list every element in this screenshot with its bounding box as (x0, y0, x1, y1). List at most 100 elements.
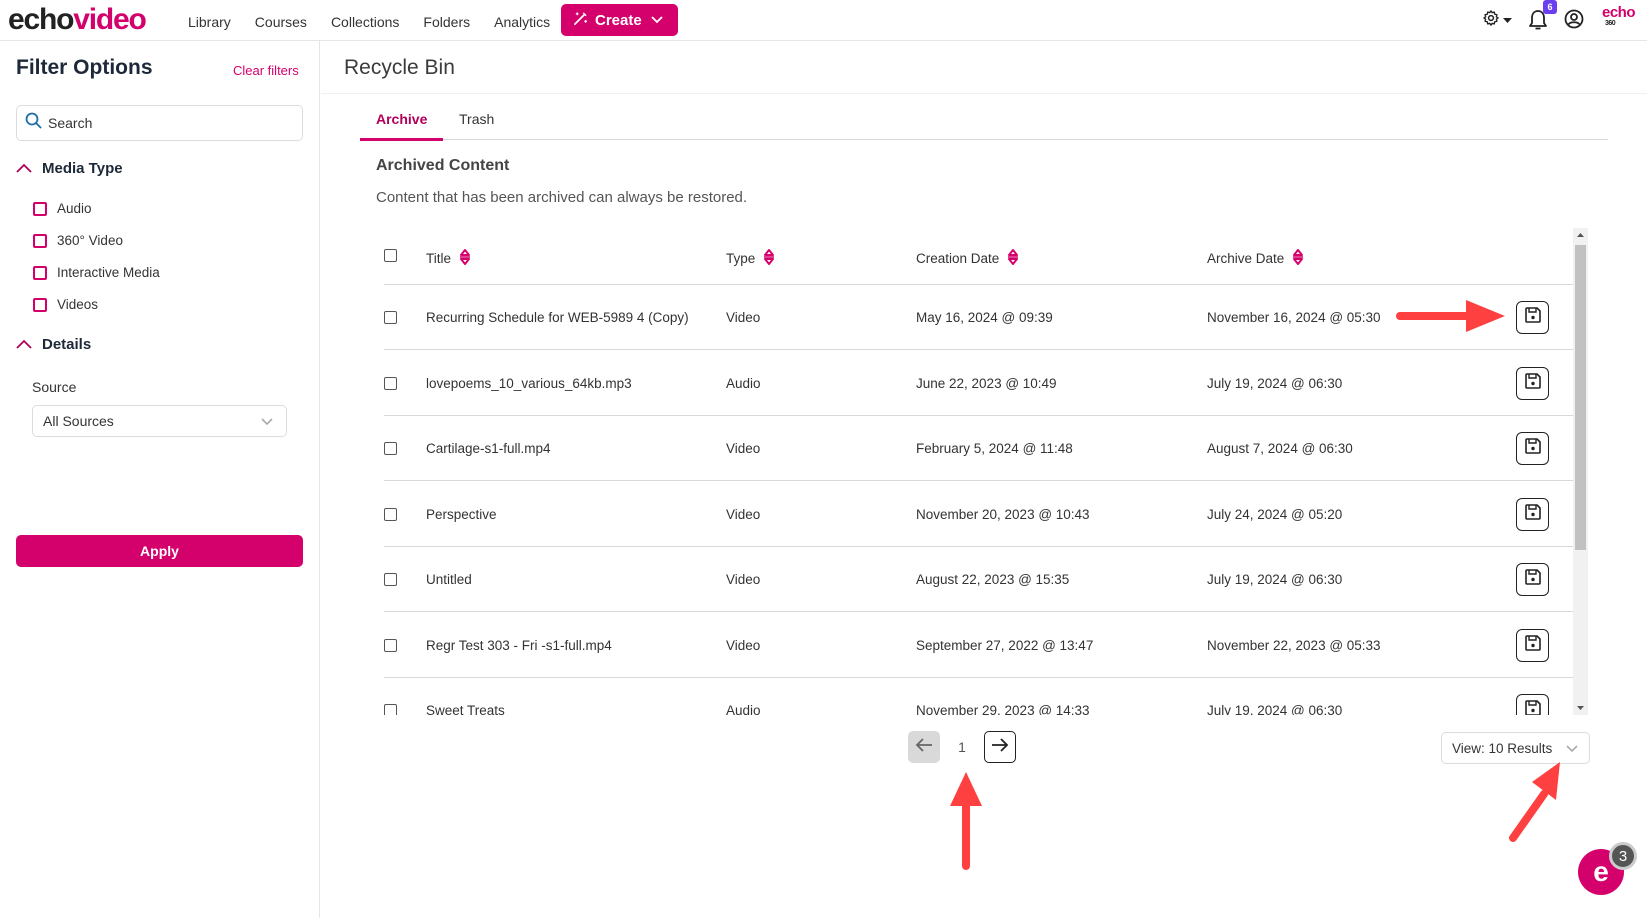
row-checkbox[interactable] (384, 573, 397, 586)
restore-button[interactable] (1516, 694, 1549, 715)
table-row: Regr Test 303 - Fri -s1-full.mp4 Video Sep… (384, 613, 1574, 678)
table-header: Title Type Creation Date Archive Date (384, 228, 1574, 285)
scroll-up-arrow-icon[interactable] (1573, 228, 1588, 243)
media-type-interactive-media-option[interactable]: Interactive Media (33, 265, 160, 280)
table-row: lovepoems_10_various_64kb.mp3 Audio June 2… (384, 351, 1574, 416)
row-checkbox[interactable] (384, 311, 397, 324)
column-header-type[interactable]: Type (726, 248, 775, 269)
tab-trash[interactable]: Trash (459, 111, 494, 127)
save-floppy-icon (1524, 437, 1542, 460)
row-checkbox[interactable] (384, 376, 397, 390)
chevron-up-icon (16, 160, 36, 177)
magic-wand-icon (573, 11, 588, 29)
logo-text-video: video (73, 3, 147, 36)
gear-icon (1482, 9, 1500, 32)
sort-icon (1007, 248, 1019, 269)
column-header-creation-date[interactable]: Creation Date (916, 248, 1019, 269)
filter-options-title: Filter Options (16, 56, 153, 79)
chevron-down-icon (650, 12, 664, 29)
cell-type: Video (726, 637, 761, 653)
row-checkbox[interactable] (384, 638, 397, 652)
apply-button[interactable]: Apply (16, 535, 303, 567)
details-toggle[interactable]: Details (16, 336, 91, 353)
360-video-checkbox[interactable] (33, 233, 47, 248)
bell-icon (1528, 10, 1548, 35)
cell-creation-date: June 22, 2023 @ 10:49 (916, 375, 1057, 391)
arrow-to-view-select (1509, 762, 1560, 842)
next-page-button[interactable] (984, 731, 1016, 763)
cell-type: Audio (726, 703, 761, 715)
videos-checkbox[interactable] (33, 297, 47, 312)
arrow-left-icon (914, 737, 934, 758)
table-row: Untitled Video August 22, 2023 @ 15:35 July… (384, 547, 1574, 612)
tab-archive[interactable]: Archive (376, 111, 427, 127)
current-page-number: 1 (958, 739, 966, 755)
previous-page-button[interactable] (908, 731, 940, 763)
cell-archive-date: July 19, 2024 @ 06:30 (1207, 375, 1343, 391)
nav-courses[interactable]: Courses (255, 13, 307, 31)
column-header-archive-date[interactable]: Archive Date (1207, 248, 1304, 269)
select-all-checkbox[interactable] (384, 249, 397, 262)
echo360-brand-mark[interactable]: echo 360 (1602, 4, 1636, 28)
cell-type: Video (726, 310, 761, 325)
column-header-title[interactable]: Title (426, 248, 471, 269)
echo360-brand-main: echo (1602, 4, 1636, 21)
settings-menu[interactable] (1482, 9, 1514, 32)
cell-type: Audio (726, 375, 761, 391)
sort-icon (763, 248, 775, 269)
cell-title: Sweet Treats (426, 703, 505, 715)
row-checkbox[interactable] (384, 507, 397, 521)
cell-creation-date: August 22, 2023 @ 15:35 (916, 572, 1070, 587)
source-label: Source (32, 379, 77, 395)
save-floppy-icon (1524, 503, 1542, 526)
restore-button[interactable] (1516, 301, 1549, 334)
media-type-360-video-option[interactable]: 360° Video (33, 233, 123, 248)
tab-bar: Archive Trash (360, 104, 1608, 141)
nav-collections[interactable]: Collections (331, 13, 399, 31)
interactive-media-option-label: Interactive Media (57, 265, 160, 280)
interactive-media-checkbox[interactable] (33, 265, 47, 280)
restore-button[interactable] (1516, 432, 1549, 465)
media-type-videos-option[interactable]: Videos (33, 297, 98, 312)
source-select[interactable]: All Sources (32, 405, 287, 437)
cell-type: Video (726, 506, 761, 522)
cell-type: Video (726, 572, 761, 587)
cell-archive-date: July 19, 2024 @ 06:30 (1207, 572, 1343, 587)
echo360-brand-sub: 360 (1605, 20, 1616, 27)
page-title: Recycle Bin (344, 56, 455, 79)
table-scrollbar[interactable] (1573, 228, 1588, 715)
results-per-page-select[interactable]: View: 10 Results (1441, 732, 1590, 764)
restore-button[interactable] (1516, 497, 1549, 531)
nav-folders[interactable]: Folders (423, 13, 470, 31)
title-header-label: Title (426, 251, 452, 266)
nav-analytics[interactable]: Analytics (494, 13, 550, 31)
audio-checkbox[interactable] (33, 201, 47, 216)
create-button-label: Create (595, 11, 642, 29)
archived-content-description: Content that has been archived can alway… (376, 189, 748, 206)
user-profile-button[interactable] (1564, 9, 1586, 31)
top-navigation-bar: echovideo Library Courses Collections Fo… (0, 0, 1647, 41)
media-type-audio-option[interactable]: Audio (33, 201, 92, 216)
cell-type: Video (726, 441, 761, 456)
create-button[interactable]: Create (561, 4, 678, 36)
search-input[interactable] (48, 115, 288, 131)
archived-content-title: Archived Content (376, 157, 510, 174)
save-floppy-icon (1524, 699, 1542, 715)
restore-button[interactable] (1516, 366, 1549, 400)
scrollbar-thumb[interactable] (1575, 245, 1586, 550)
echovideo-logo[interactable]: echovideo (8, 2, 147, 38)
row-checkbox[interactable] (384, 442, 397, 455)
row-checkbox[interactable] (384, 704, 397, 715)
source-select-value: All Sources (43, 413, 114, 429)
arrow-right-icon (990, 737, 1010, 758)
main-nav: Library Courses Collections Folders Anal… (188, 13, 574, 31)
restore-button[interactable] (1516, 628, 1549, 662)
media-type-toggle[interactable]: Media Type (16, 160, 123, 177)
clear-filters-link[interactable]: Clear filters (233, 63, 299, 78)
restore-button[interactable] (1516, 563, 1549, 596)
title-divider (321, 93, 1647, 94)
nav-library[interactable]: Library (188, 13, 231, 31)
scroll-down-arrow-icon[interactable] (1573, 700, 1588, 715)
active-tab-indicator (360, 138, 443, 141)
search-field[interactable] (16, 105, 303, 141)
